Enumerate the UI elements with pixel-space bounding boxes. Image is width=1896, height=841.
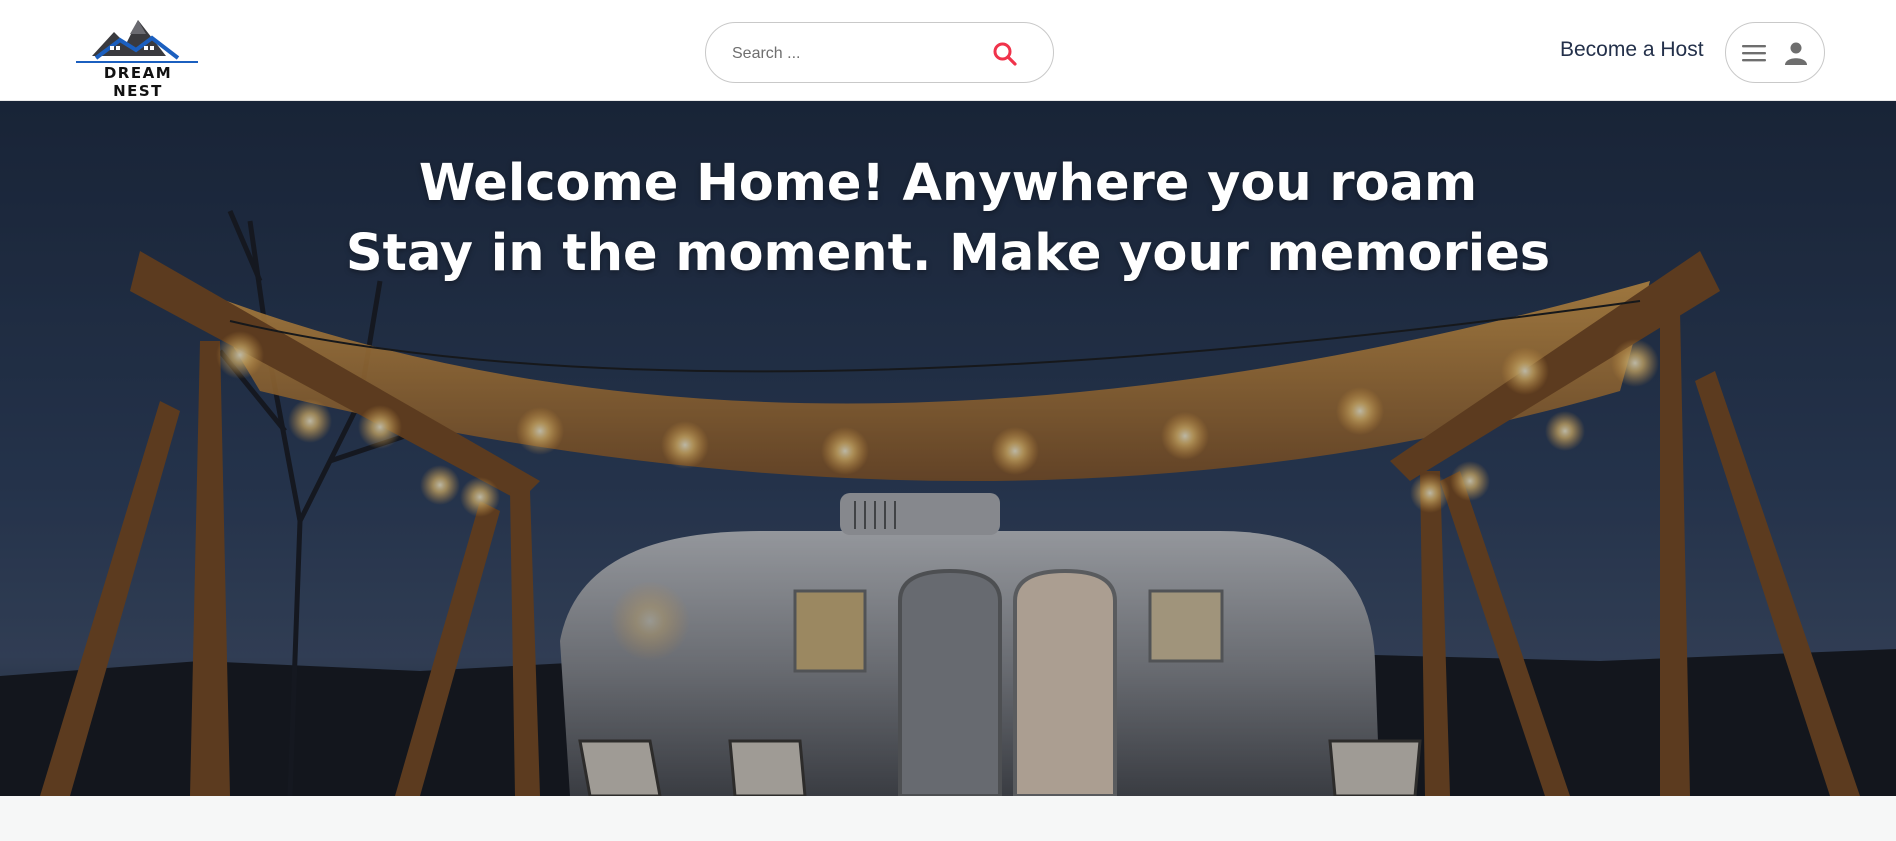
hero-heading-line-2: Stay in the moment. Make your memories	[345, 224, 1551, 283]
search-bar[interactable]	[705, 22, 1054, 83]
person-icon	[1784, 41, 1808, 69]
user-menu-button[interactable]	[1725, 22, 1825, 83]
brand-logo[interactable]: DREAM NEST	[74, 16, 200, 100]
search-input[interactable]	[730, 40, 974, 68]
navbar: DREAM NEST Become a Host	[0, 0, 1896, 101]
hero-banner: Welcome Home! Anywhere you roam Stay in …	[0, 101, 1896, 796]
become-host-link[interactable]: Become a Host	[1560, 38, 1704, 62]
search-icon[interactable]	[992, 41, 1018, 67]
hamburger-icon	[1742, 43, 1766, 67]
brand-name: DREAM NEST	[103, 64, 173, 100]
hero-heading-line-1: Welcome Home! Anywhere you roam	[418, 154, 1478, 213]
mountain-house-icon	[76, 20, 198, 63]
hero-heading: Welcome Home! Anywhere you roam Stay in …	[0, 149, 1896, 289]
page-content-area	[0, 796, 1896, 841]
